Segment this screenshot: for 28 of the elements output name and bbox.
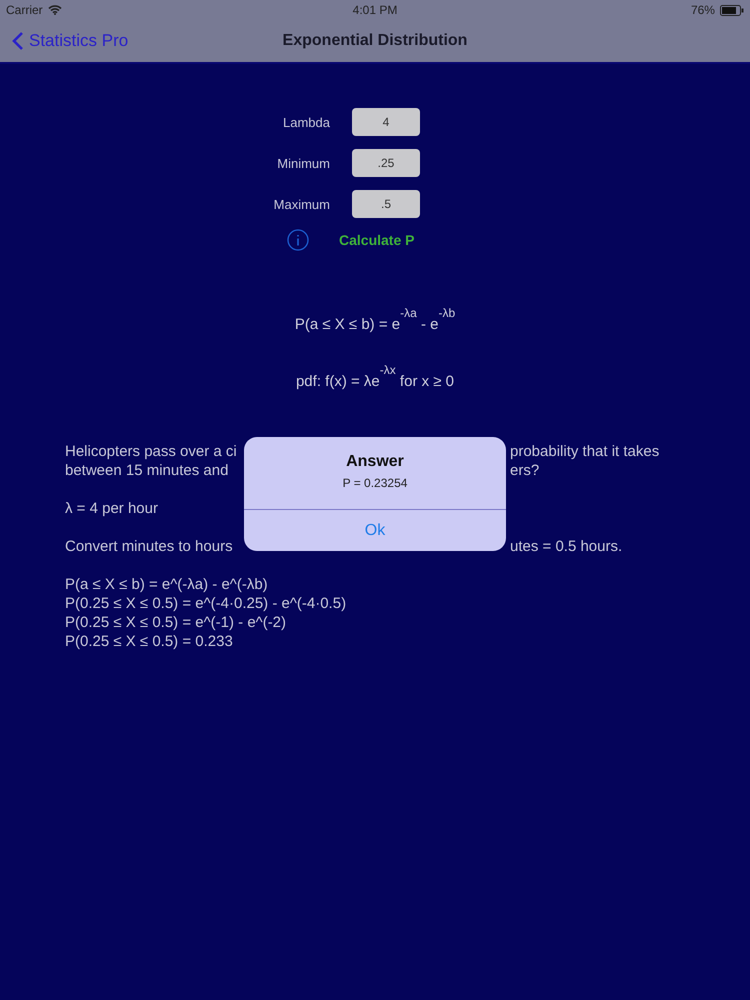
field-label: Maximum bbox=[274, 196, 330, 212]
screen-title: Exponential Distribution bbox=[282, 32, 468, 50]
explanation-text: probability that it takes bbox=[510, 442, 660, 461]
carrier-text: Carrier bbox=[6, 3, 43, 17]
battery-text: 76% bbox=[690, 3, 715, 17]
input-field[interactable]: .5 bbox=[352, 190, 420, 218]
info-icon[interactable] bbox=[287, 229, 309, 251]
explanation-text: λ = 4 per hour bbox=[65, 499, 158, 518]
wifi-icon bbox=[48, 5, 62, 15]
battery-icon bbox=[720, 4, 744, 16]
explanation-text: ers? bbox=[510, 461, 540, 480]
chevron-left-icon bbox=[12, 31, 24, 51]
input-field[interactable]: .25 bbox=[352, 149, 420, 177]
explanation-text: P(0.25 ≤ X ≤ 0.5) = e^(-1) - e^(-2) bbox=[65, 613, 286, 632]
explanation-text: Convert minutes to hours bbox=[65, 537, 234, 556]
alert-title: Answer bbox=[346, 453, 404, 471]
field-label: Minimum bbox=[277, 156, 330, 170]
explanation-text: utes = 0.5 hours. bbox=[510, 537, 624, 556]
explanation-text: Helicopters pass over a ci bbox=[65, 442, 238, 461]
input-field[interactable]: 4 bbox=[352, 108, 420, 136]
explanation-text: P(0.25 ≤ X ≤ 0.5) = e^(-4·0.25) - e^(-4·0.5) bbox=[65, 594, 346, 613]
field-label: Lambda bbox=[283, 114, 330, 130]
explanation-text: P(a ≤ X ≤ b) = e^(-λa) - e^(-λb) bbox=[65, 575, 268, 594]
clock-text: 4:01 PM bbox=[352, 3, 398, 17]
explanation-text: P(0.25 ≤ X ≤ 0.5) = 0.233 bbox=[65, 632, 233, 651]
alert-message: P = 0.23254 bbox=[342, 476, 408, 490]
explanation-text: between 15 minutes and bbox=[65, 461, 230, 480]
calculate-button[interactable]: Calculate P bbox=[329, 232, 449, 248]
